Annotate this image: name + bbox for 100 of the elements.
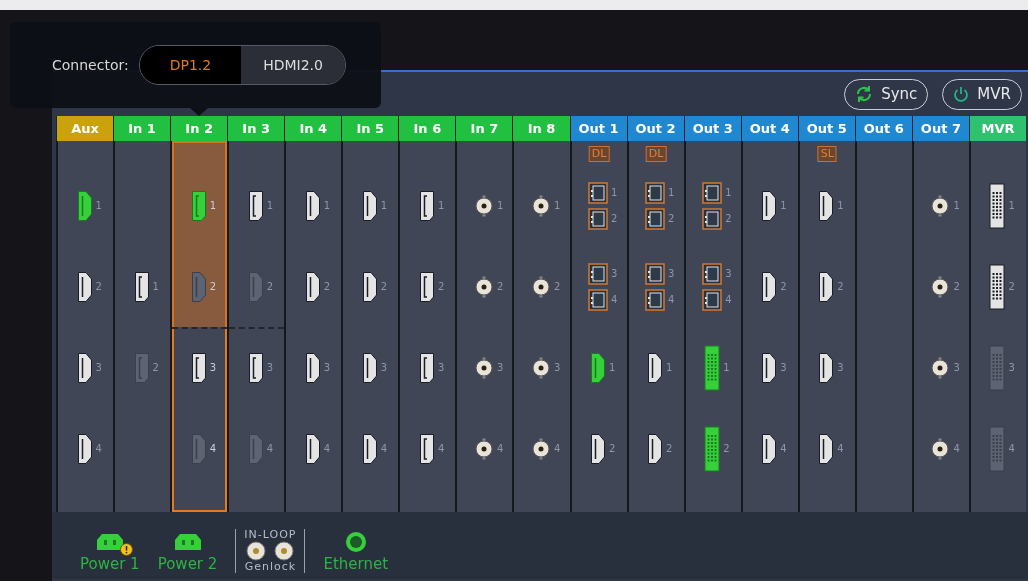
card-slot[interactable]: 1 2 3 4	[398, 141, 456, 512]
sfp-port-icon[interactable]	[645, 207, 666, 230]
slot-header: Aux	[56, 116, 114, 141]
bnc-port-icon[interactable]	[473, 356, 494, 379]
bnc-port-icon[interactable]	[473, 275, 494, 298]
port-number: 1	[666, 361, 674, 375]
hdmi-port-icon[interactable]	[818, 432, 835, 465]
port-number: 4	[554, 442, 561, 456]
hdmi-port-icon[interactable]	[304, 189, 321, 222]
port-number: 1	[437, 199, 445, 213]
port-number: 4	[323, 442, 331, 456]
slot-header: In 3	[227, 116, 285, 141]
port-number: 3	[725, 267, 733, 281]
sfp-port-icon[interactable]	[588, 262, 609, 285]
hdmi-port-icon[interactable]	[304, 351, 321, 384]
port-number: 3	[437, 361, 445, 375]
sfp-port-icon[interactable]	[588, 207, 609, 230]
port-number: 1	[554, 199, 561, 213]
slot-header: In 2	[170, 116, 228, 141]
card-slot[interactable]: 1 2 3 4	[740, 141, 798, 512]
hdmi-port-icon[interactable]	[818, 351, 835, 384]
card-slot[interactable]: 1 2 3 4	[341, 141, 399, 512]
dp-port-icon[interactable]	[418, 270, 435, 303]
bnc-port-icon[interactable]	[531, 275, 551, 298]
dp-port-icon[interactable]	[247, 189, 264, 222]
port-number: 2	[666, 442, 674, 456]
power-icon	[953, 86, 970, 102]
slot-header: Out 4	[740, 116, 798, 141]
port-number: 2	[780, 280, 788, 294]
port-number: 1	[209, 199, 217, 213]
port-number: 4	[437, 442, 445, 456]
port-number: 3	[496, 361, 504, 375]
sfp-port-icon[interactable]	[645, 262, 666, 285]
hdmi-port-icon[interactable]	[361, 189, 378, 222]
hdmi-port-icon[interactable]	[361, 351, 378, 384]
bnc-port-icon[interactable]	[473, 437, 494, 460]
genlock-label: Genlock	[244, 561, 297, 573]
sfp-port-icon[interactable]	[702, 288, 723, 311]
bnc-port-icon[interactable]	[930, 437, 951, 460]
port-number: 1	[725, 186, 733, 200]
hdmi-port-icon[interactable]	[590, 432, 607, 465]
bnc-port-icon[interactable]	[930, 356, 951, 379]
dp-port-icon[interactable]	[133, 270, 150, 303]
hdmi-port-icon[interactable]	[761, 270, 778, 303]
dvi-port-icon[interactable]	[989, 263, 1006, 310]
hdmi-port-icon[interactable]	[761, 189, 778, 222]
hdmi-port-icon[interactable]	[304, 432, 321, 465]
bnc-port-icon[interactable]	[531, 194, 551, 217]
hdmi-port-icon[interactable]	[647, 432, 664, 465]
port-number: 3	[95, 361, 103, 375]
hdmi-port-icon[interactable]	[761, 432, 778, 465]
card-slot[interactable]: 1 2 3 4	[911, 141, 969, 512]
dp-port-icon[interactable]	[418, 189, 435, 222]
bnc-port-icon[interactable]	[531, 437, 551, 460]
card-slot[interactable]: SL 1 2 3 4	[797, 141, 855, 512]
dp-port-icon[interactable]	[418, 351, 435, 384]
card-slot[interactable]: 1 2 3 4 1 2	[683, 141, 741, 512]
card-slot[interactable]: 1 2 3 4	[455, 141, 513, 512]
port-number: 3	[323, 361, 331, 375]
card-slot[interactable]: DL 1 2 3 4 1 2	[569, 141, 627, 512]
bnc-port-icon[interactable]	[930, 194, 951, 217]
sfp-port-icon[interactable]	[588, 288, 609, 311]
sfp-port-icon[interactable]	[645, 181, 666, 204]
hdmi-port-icon[interactable]	[818, 189, 835, 222]
hdmi-port-icon[interactable]	[761, 351, 778, 384]
hdmi-port-icon[interactable]	[76, 432, 93, 465]
dp-port-icon[interactable]	[190, 351, 207, 384]
hdmi-port-icon[interactable]	[361, 270, 378, 303]
port-number: 3	[611, 267, 619, 281]
card-slot[interactable]: DL 1 2 3 4 1 2	[626, 141, 684, 512]
hdmi-port-icon[interactable]	[304, 270, 321, 303]
connector-option[interactable]: DP1.2	[139, 46, 242, 84]
sfp-port-icon[interactable]	[588, 181, 609, 204]
sfp-port-icon[interactable]	[702, 262, 723, 285]
power-label: Power 2	[157, 555, 218, 573]
hdmi-port-icon[interactable]	[818, 270, 835, 303]
dp-port-icon[interactable]	[418, 432, 435, 465]
dp-port-icon[interactable]	[247, 351, 264, 384]
card-slot[interactable]: 1 2 3 4	[284, 141, 342, 512]
bnc-port-icon[interactable]	[473, 194, 494, 217]
port-number: 2	[1008, 280, 1016, 294]
card-slot[interactable]: 1 2 3 4	[512, 141, 570, 512]
hdmi-port-icon[interactable]	[361, 432, 378, 465]
sfp-port-icon[interactable]	[702, 181, 723, 204]
hdmi-port-icon[interactable]	[647, 351, 664, 384]
hdmi-port-icon[interactable]	[76, 270, 93, 303]
slot-header: In 6	[398, 116, 456, 141]
connector-option[interactable]: HDMI2.0	[241, 46, 345, 84]
dvi-port-icon[interactable]	[989, 182, 1006, 229]
port-number: 1	[611, 186, 619, 200]
port-number: 1	[95, 199, 103, 213]
bnc-port-icon[interactable]	[930, 275, 951, 298]
sfp-port-icon[interactable]	[645, 288, 666, 311]
hdmi-port-icon[interactable]	[76, 351, 93, 384]
port-number: 4	[668, 293, 676, 307]
sfp-port-icon[interactable]	[702, 207, 723, 230]
link-mode-label: DL	[588, 146, 610, 162]
bnc-port-icon[interactable]	[531, 356, 551, 379]
port-number: 2	[725, 212, 733, 226]
card-slot[interactable]: 1 2 3 4	[56, 141, 114, 512]
